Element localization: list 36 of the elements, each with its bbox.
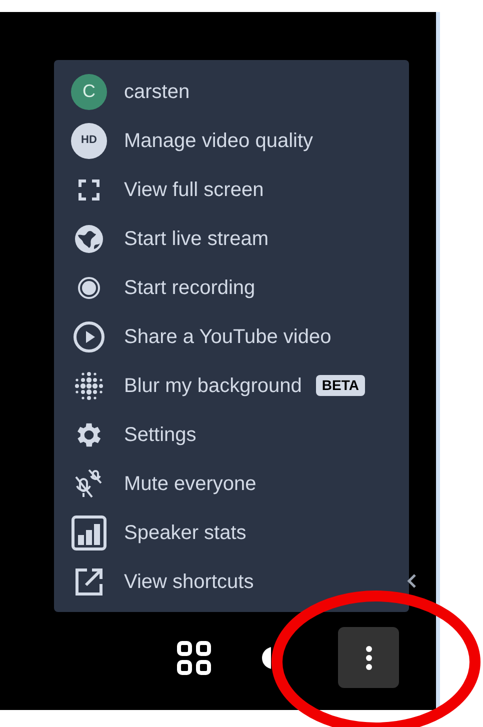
menu-item[interactable]: Mute everyone <box>54 459 409 508</box>
menu-item-label: Manage video quality <box>124 128 314 154</box>
bar-chart-icon <box>71 514 107 550</box>
menu-item[interactable]: Settings <box>54 410 409 459</box>
more-icon <box>364 644 372 670</box>
user-avatar: C <box>71 74 107 110</box>
menu-item-label: Speaker stats <box>124 520 246 546</box>
menu-item-label: Start recording <box>124 276 256 300</box>
menu-item[interactable]: Speaker stats <box>54 508 409 557</box>
menu-item-label: View shortcuts <box>124 570 254 594</box>
menu-item-label: View full screen <box>124 178 264 202</box>
menu-item-label: Mute everyone <box>124 472 256 496</box>
fullscreen-icon <box>78 178 100 200</box>
menu-item-label: carsten <box>124 80 190 104</box>
menu-item-label: Blur my background <box>124 374 302 398</box>
menu-item[interactable]: C carsten <box>54 67 409 116</box>
more-options-button[interactable] <box>338 627 399 688</box>
grid-icon <box>176 640 212 676</box>
menu-item[interactable]: View shortcuts <box>54 557 409 606</box>
globe-icon <box>73 222 105 254</box>
menu-item[interactable]: View full screen <box>54 165 409 214</box>
menu-item[interactable]: HD Manage video quality <box>54 116 409 165</box>
menu-item-label: Settings <box>124 422 196 448</box>
quality-badge: HD <box>71 122 107 158</box>
external-link-icon <box>74 566 104 596</box>
menu-item[interactable]: Start recording <box>54 263 409 312</box>
menu-item[interactable]: Share a YouTube video <box>54 312 409 361</box>
record-icon <box>77 276 101 300</box>
play-icon <box>73 320 105 352</box>
menu-item[interactable]: Start live stream <box>54 214 409 263</box>
menu-item[interactable]: Blur my background BETA <box>54 361 409 410</box>
menu-item-label: Share a YouTube video <box>124 324 332 350</box>
beta-badge: BETA <box>316 375 365 396</box>
menu-item-label: Start live stream <box>124 226 268 252</box>
dots-icon <box>74 370 104 400</box>
chevron-left-icon <box>406 573 418 589</box>
